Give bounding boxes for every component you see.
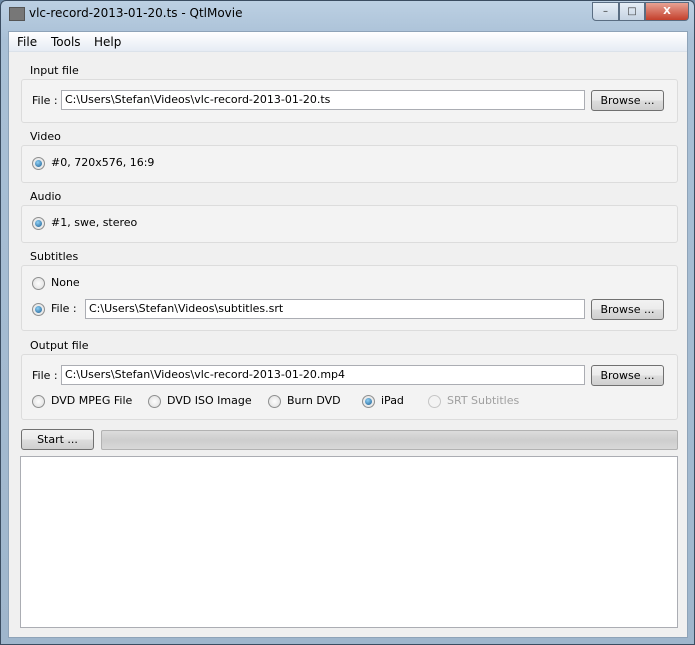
app-icon bbox=[9, 7, 25, 21]
client-area: File Tools Help Input file File : C:\Use… bbox=[8, 31, 688, 638]
menu-file[interactable]: File bbox=[17, 35, 37, 49]
window-title: vlc-record-2013-01-20.ts - QtlMovie bbox=[29, 6, 243, 20]
output-dvd-iso-radio[interactable] bbox=[148, 395, 161, 408]
subtitles-file-label: File : bbox=[51, 302, 77, 315]
menu-bar: File Tools Help bbox=[9, 32, 687, 52]
close-button[interactable]: X bbox=[645, 2, 689, 21]
subtitles-none-label: None bbox=[51, 276, 80, 289]
output-file-field-label: File : bbox=[32, 369, 58, 382]
output-dvd-mpeg-radio[interactable] bbox=[32, 395, 45, 408]
output-srt-label: SRT Subtitles bbox=[447, 394, 520, 407]
progress-bar bbox=[101, 430, 678, 450]
input-browse-button[interactable]: Browse ... bbox=[591, 90, 664, 111]
output-dvd-iso-label: DVD ISO Image bbox=[167, 394, 252, 407]
output-browse-button[interactable]: Browse ... bbox=[591, 365, 664, 386]
subtitles-file-radio[interactable] bbox=[32, 303, 45, 316]
output-ipad-label: iPad bbox=[381, 394, 404, 407]
output-file-path[interactable]: C:\Users\Stefan\Videos\vlc-record-2013-0… bbox=[61, 365, 585, 385]
output-dvd-mpeg-label: DVD MPEG File bbox=[51, 394, 133, 407]
subtitles-file-path[interactable]: C:\Users\Stefan\Videos\subtitles.srt bbox=[85, 299, 585, 319]
menu-tools[interactable]: Tools bbox=[51, 35, 81, 49]
output-srt-radio bbox=[428, 395, 441, 408]
log-text-area[interactable] bbox=[20, 456, 678, 628]
audio-label: Audio bbox=[29, 190, 63, 203]
video-label: Video bbox=[29, 130, 62, 143]
output-file-group bbox=[21, 354, 678, 420]
subtitles-browse-button[interactable]: Browse ... bbox=[591, 299, 664, 320]
start-button[interactable]: Start ... bbox=[21, 429, 94, 450]
audio-stream-radio[interactable] bbox=[32, 217, 45, 230]
output-burn-dvd-label: Burn DVD bbox=[287, 394, 341, 407]
output-ipad-radio[interactable] bbox=[362, 395, 375, 408]
output-burn-dvd-radio[interactable] bbox=[268, 395, 281, 408]
input-file-path[interactable]: C:\Users\Stefan\Videos\vlc-record-2013-0… bbox=[61, 90, 585, 110]
input-file-field-label: File : bbox=[32, 94, 58, 107]
subtitles-label: Subtitles bbox=[29, 250, 80, 263]
input-file-label: Input file bbox=[29, 64, 80, 77]
menu-help[interactable]: Help bbox=[94, 35, 121, 49]
subtitles-group bbox=[21, 265, 678, 331]
minimize-button[interactable]: – bbox=[592, 2, 619, 21]
main-window: vlc-record-2013-01-20.ts - QtlMovie – □ … bbox=[0, 0, 695, 645]
audio-stream-label: #1, swe, stereo bbox=[51, 216, 138, 229]
subtitles-none-radio[interactable] bbox=[32, 277, 45, 290]
video-stream-radio[interactable] bbox=[32, 157, 45, 170]
output-file-label: Output file bbox=[29, 339, 90, 352]
maximize-button[interactable]: □ bbox=[619, 2, 645, 21]
video-stream-label: #0, 720x576, 16:9 bbox=[51, 156, 155, 169]
